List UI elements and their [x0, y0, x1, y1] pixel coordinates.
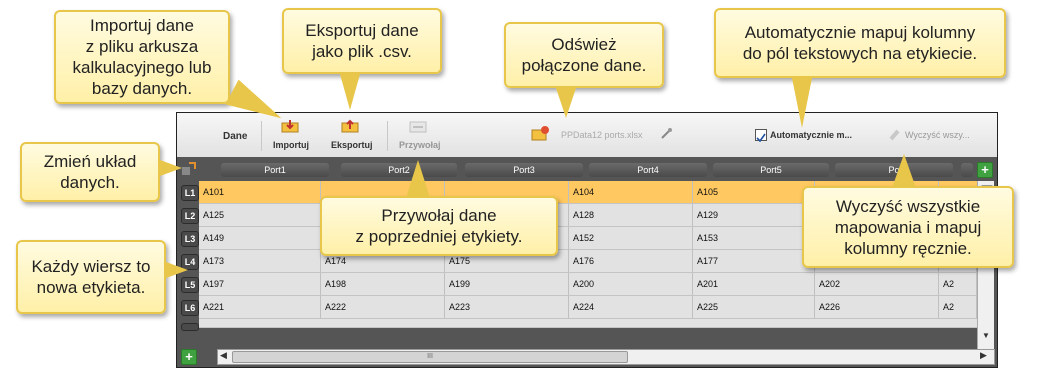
- divider: [387, 121, 388, 151]
- table-cell[interactable]: A197: [199, 273, 321, 295]
- horizontal-scrollbar[interactable]: ◀ III ▶: [217, 349, 995, 365]
- table-cell[interactable]: A129: [693, 204, 815, 226]
- callout-tail: [166, 262, 188, 278]
- row-badge[interactable]: L2: [181, 208, 199, 224]
- table-cell[interactable]: A202: [815, 273, 939, 295]
- table-cell[interactable]: A225: [693, 296, 815, 318]
- callout-tail: [556, 88, 576, 118]
- add-column-button[interactable]: +: [977, 162, 993, 178]
- link-icon: [661, 128, 672, 139]
- callout-tail: [792, 78, 812, 128]
- table-cell[interactable]: A153: [693, 227, 815, 249]
- table-cell[interactable]: A105: [693, 181, 815, 203]
- recall-icon: [409, 121, 427, 133]
- column-header[interactable]: Port1: [221, 163, 329, 177]
- row-badge[interactable]: L1: [181, 185, 199, 201]
- table-cell[interactable]: A128: [569, 204, 693, 226]
- column-header[interactable]: Port3: [465, 163, 583, 177]
- table-cell[interactable]: A173: [199, 250, 321, 272]
- table-cell[interactable]: A2: [939, 296, 977, 318]
- table-cell[interactable]: A125: [199, 204, 321, 226]
- change-layout-button[interactable]: [181, 161, 197, 177]
- filename-label: PPData12 ports.xlsx: [561, 130, 643, 140]
- table-cell[interactable]: A222: [321, 296, 445, 318]
- toolbar: Dane Importuj Eksportuj Przywołaj PPData…: [177, 113, 997, 157]
- refresh-button[interactable]: [531, 125, 555, 145]
- callout-automap: Automatycznie mapuj kolumny do pól tekst…: [714, 8, 1006, 78]
- export-button[interactable]: Eksportuj: [327, 117, 377, 153]
- table-cell[interactable]: A224: [569, 296, 693, 318]
- table-cell[interactable]: A104: [569, 181, 693, 203]
- table-cell[interactable]: A226: [815, 296, 939, 318]
- row-badge[interactable]: [181, 323, 199, 331]
- import-label: Importuj: [273, 140, 309, 150]
- import-icon: [281, 120, 299, 133]
- table-cell[interactable]: A223: [445, 296, 569, 318]
- table-cell[interactable]: A200: [569, 273, 693, 295]
- scroll-down-icon[interactable]: ▼: [982, 331, 990, 340]
- scroll-left-icon[interactable]: ◀: [220, 350, 227, 361]
- check-icon: [756, 133, 766, 143]
- divider: [261, 121, 262, 151]
- table-cell[interactable]: A199: [445, 273, 569, 295]
- scroll-right-icon[interactable]: ▶: [980, 350, 987, 361]
- callout-tail: [406, 160, 430, 198]
- callout-rows: Każdy wiersz to nowa etykieta.: [16, 240, 166, 314]
- callout-layout: Zmień układ danych.: [20, 142, 160, 202]
- table-cell[interactable]: A149: [199, 227, 321, 249]
- table-cell[interactable]: A2: [939, 273, 977, 295]
- table-cell[interactable]: A177: [693, 250, 815, 272]
- row-badge[interactable]: L3: [181, 231, 199, 247]
- automap-checkbox[interactable]: [755, 129, 767, 143]
- export-label: Eksportuj: [331, 140, 373, 150]
- row-badge[interactable]: L5: [181, 277, 199, 293]
- table-cell[interactable]: A201: [693, 273, 815, 295]
- column-header[interactable]: Port2: [341, 163, 457, 177]
- column-header[interactable]: Port4: [589, 163, 707, 177]
- table-row[interactable]: [199, 319, 977, 328]
- eraser-icon: [889, 129, 900, 141]
- table-cell[interactable]: A198: [321, 273, 445, 295]
- table-row[interactable]: A221 A222 A223 A224 A225 A226 A2: [199, 296, 977, 319]
- callout-clear: Wyczyść wszystkie mapowania i mapuj kolu…: [802, 186, 1014, 268]
- callout-tail: [340, 74, 360, 110]
- column-header[interactable]: Port5: [713, 163, 829, 177]
- callout-tail: [160, 160, 182, 176]
- table-cell[interactable]: A152: [569, 227, 693, 249]
- row-badge[interactable]: L6: [181, 300, 199, 316]
- callout-export: Eksportuj dane jako plik .csv.: [282, 8, 442, 74]
- table-cell[interactable]: A101: [199, 181, 321, 203]
- table-cell[interactable]: A221: [199, 296, 321, 318]
- automap-label: Automatycznie m...: [770, 130, 853, 140]
- layout-icon: [182, 162, 196, 175]
- recall-button[interactable]: Przywołaj: [395, 117, 445, 153]
- callout-import: Importuj dane z pliku arkusza kalkulacyj…: [54, 10, 230, 104]
- callout-recall: Przywołaj dane z poprzedniej etykiety.: [320, 196, 558, 256]
- refresh-icon: [531, 126, 549, 141]
- callout-tail: [892, 154, 916, 188]
- table-cell[interactable]: A176: [569, 250, 693, 272]
- export-icon: [341, 119, 359, 133]
- table-row[interactable]: A197 A198 A199 A200 A201 A202 A2: [199, 273, 977, 296]
- add-row-button[interactable]: +: [181, 349, 197, 365]
- link-button[interactable]: [659, 127, 673, 141]
- callout-refresh: Odśwież połączone dane.: [504, 22, 664, 88]
- clear-mappings-button[interactable]: Wyczyść wszy...: [889, 127, 989, 143]
- column-header[interactable]: [961, 163, 973, 177]
- clear-label: Wyczyść wszy...: [905, 130, 970, 140]
- scroll-thumb[interactable]: III: [232, 351, 628, 363]
- section-title: Dane: [223, 131, 248, 142]
- recall-label: Przywołaj: [399, 140, 441, 150]
